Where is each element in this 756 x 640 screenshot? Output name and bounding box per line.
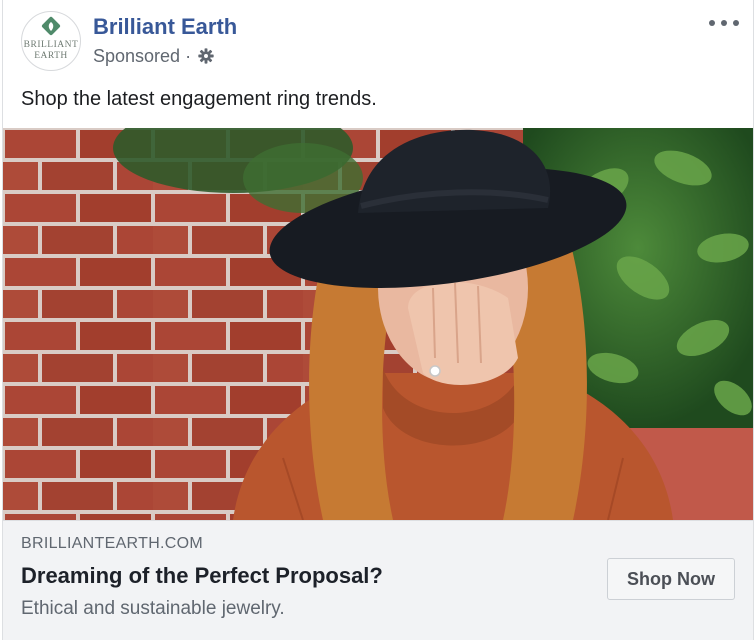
- avatar-logo-line2: EARTH: [34, 51, 68, 61]
- page-name-link[interactable]: Brilliant Earth: [93, 14, 237, 40]
- gear-icon[interactable]: [197, 47, 215, 65]
- more-dot: [733, 20, 739, 26]
- sponsored-post-card: BRILLIANT EARTH Brilliant Earth Sponsore…: [2, 0, 754, 640]
- post-header: BRILLIANT EARTH Brilliant Earth Sponsore…: [3, 0, 753, 80]
- avatar-logo-line1: BRILLIANT: [23, 40, 79, 50]
- ad-photo: [3, 128, 753, 520]
- post-caption: Shop the latest engagement ring trends.: [21, 88, 377, 110]
- link-domain[interactable]: BRILLIANTEARTH.COM: [21, 535, 203, 553]
- more-options-icon[interactable]: [709, 13, 739, 33]
- ad-image[interactable]: [3, 128, 753, 520]
- separator-dot: ·: [185, 45, 192, 66]
- link-description: Ethical and sustainable jewelry.: [21, 598, 285, 619]
- shop-now-button[interactable]: Shop Now: [607, 558, 735, 600]
- more-dot: [709, 20, 715, 26]
- link-headline[interactable]: Dreaming of the Perfect Proposal?: [21, 563, 383, 589]
- more-dot: [721, 20, 727, 26]
- sponsored-label[interactable]: Sponsored: [93, 46, 180, 67]
- sponsored-row: Sponsored ·: [93, 45, 215, 67]
- link-preview[interactable]: BRILLIANTEARTH.COM Dreaming of the Perfe…: [3, 520, 753, 640]
- page-avatar[interactable]: BRILLIANT EARTH: [21, 11, 81, 71]
